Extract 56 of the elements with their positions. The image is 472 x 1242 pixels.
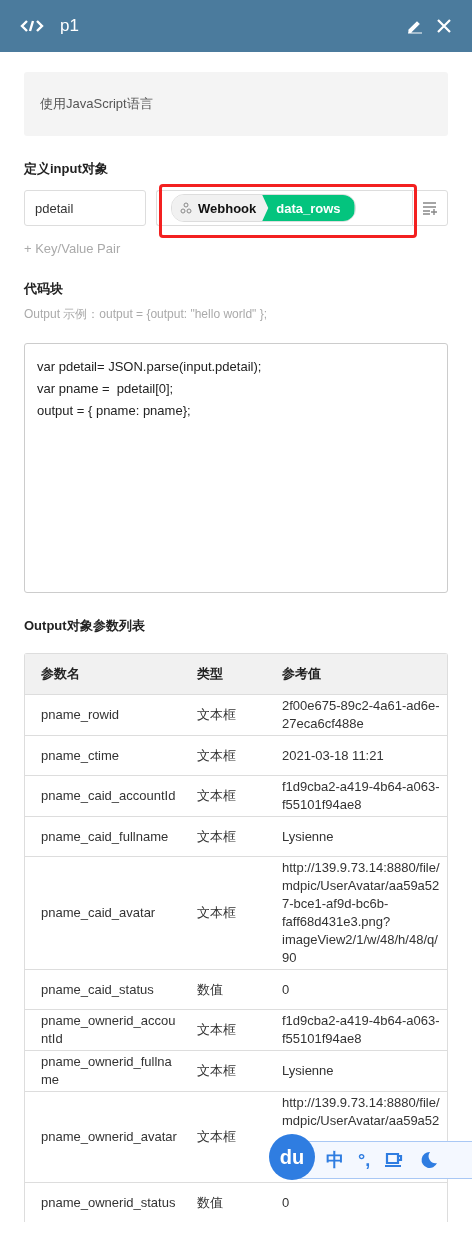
table-cell: 0 xyxy=(282,980,290,999)
code-line: output = { pname: pname}; xyxy=(37,402,192,420)
table-cell-text: 文本框 xyxy=(196,787,237,805)
table-cell-text: 文本框 xyxy=(196,904,237,922)
table-cell-text: pname_caid_avatar xyxy=(40,904,157,922)
table-cell-text: pname_ownerid_accountId xyxy=(40,1012,177,1048)
list-add-icon xyxy=(422,201,438,215)
table-cell: Lysienne xyxy=(282,827,334,846)
section-label: Output对象参数列表 xyxy=(24,617,145,635)
table-cell-text: f1d9cba2-a419-4b64-a063-f55101f94ae8 xyxy=(282,778,441,814)
webhook-icon xyxy=(180,202,192,214)
table-cell-text: pname_ownerid_fullname xyxy=(40,1053,173,1089)
ime-logo[interactable]: du xyxy=(269,1134,315,1180)
section-label: 代码块 xyxy=(24,280,63,298)
column-header: 类型 xyxy=(196,665,224,683)
panel-title: p1 xyxy=(60,16,80,36)
code-icon xyxy=(20,18,44,34)
node-name: Webhook xyxy=(198,200,257,216)
code-line: var pname = pdetail[0]; xyxy=(37,380,175,398)
table-cell-text: 文本框 xyxy=(196,827,237,846)
table-cell-text: 数值 xyxy=(196,980,224,999)
language-note: 使用JavaScript语言 xyxy=(24,72,448,136)
table-cell: 0 xyxy=(282,1193,290,1212)
table-cell-text: pname_ownerid_status xyxy=(40,1193,177,1212)
table-cell-text: 文本框 xyxy=(196,1062,237,1080)
table-cell-text: pname_ownerid_avatar xyxy=(40,1128,178,1146)
key-field[interactable]: pdetail xyxy=(24,190,146,226)
close-icon[interactable] xyxy=(436,18,452,34)
table-cell-text: pname_caid_accountId xyxy=(40,787,177,805)
code-line: var pdetail= JSON.parse(input.pdetail); xyxy=(37,358,263,376)
ime-key[interactable]: °, xyxy=(358,1151,371,1169)
table-cell-text: pname_ctime xyxy=(40,746,121,765)
value-field[interactable]: Webhook data_rows xyxy=(156,190,412,226)
table-cell-text: 2f00e675-89c2-4a61-ad6e-27eca6cf488e xyxy=(282,697,441,733)
table-cell-text: 数值 xyxy=(196,1193,224,1212)
variable-tag[interactable]: Webhook data_rows xyxy=(171,194,356,222)
table-cell: 2021-03-18 11:21 xyxy=(282,746,384,765)
table-cell-text: http://139.9.73.14:8880/file/mdpic/UserAvatar/aa59a527-bce1-af9d-bc6b-faff68d431e3.png?imageView2/1/w/48/h/48/q/90 xyxy=(282,859,441,967)
code-editor[interactable]: var pdetail= JSON.parse(input.pdetail); var pname = pdetail[0]; output = { pname: pname}; xyxy=(24,343,448,593)
table-cell-text: 文本框 xyxy=(196,1128,237,1146)
column-header: 参数名 xyxy=(40,665,81,683)
table-cell-text: 文本框 xyxy=(196,746,237,765)
section-label: 定义input对象 xyxy=(24,160,108,178)
table-cell-text: http://139.9.73.14:8880/file/mdpic/UserAvatar/aa59a52 xyxy=(282,1094,441,1130)
field-name: data_rows xyxy=(262,195,355,221)
column-header: 参考值 xyxy=(281,665,322,683)
table-cell: Lysienne xyxy=(282,1062,334,1080)
table-cell-text: pname_rowid xyxy=(40,706,121,724)
example-hint: Output 示例：output = {output: "hello world" }; xyxy=(24,306,268,323)
table-cell-text: pname_caid_status xyxy=(40,980,155,999)
table-cell-text: 文本框 xyxy=(196,1021,237,1039)
table-cell-text: f1d9cba2-a419-4b64-a063-f55101f94ae8 xyxy=(282,1012,441,1048)
table-cell-text: 文本框 xyxy=(196,706,237,724)
cup-icon[interactable] xyxy=(384,1150,405,1170)
table-cell-text: pname_caid_fullname xyxy=(40,827,170,846)
ime-key[interactable]: 中 xyxy=(326,1151,344,1169)
